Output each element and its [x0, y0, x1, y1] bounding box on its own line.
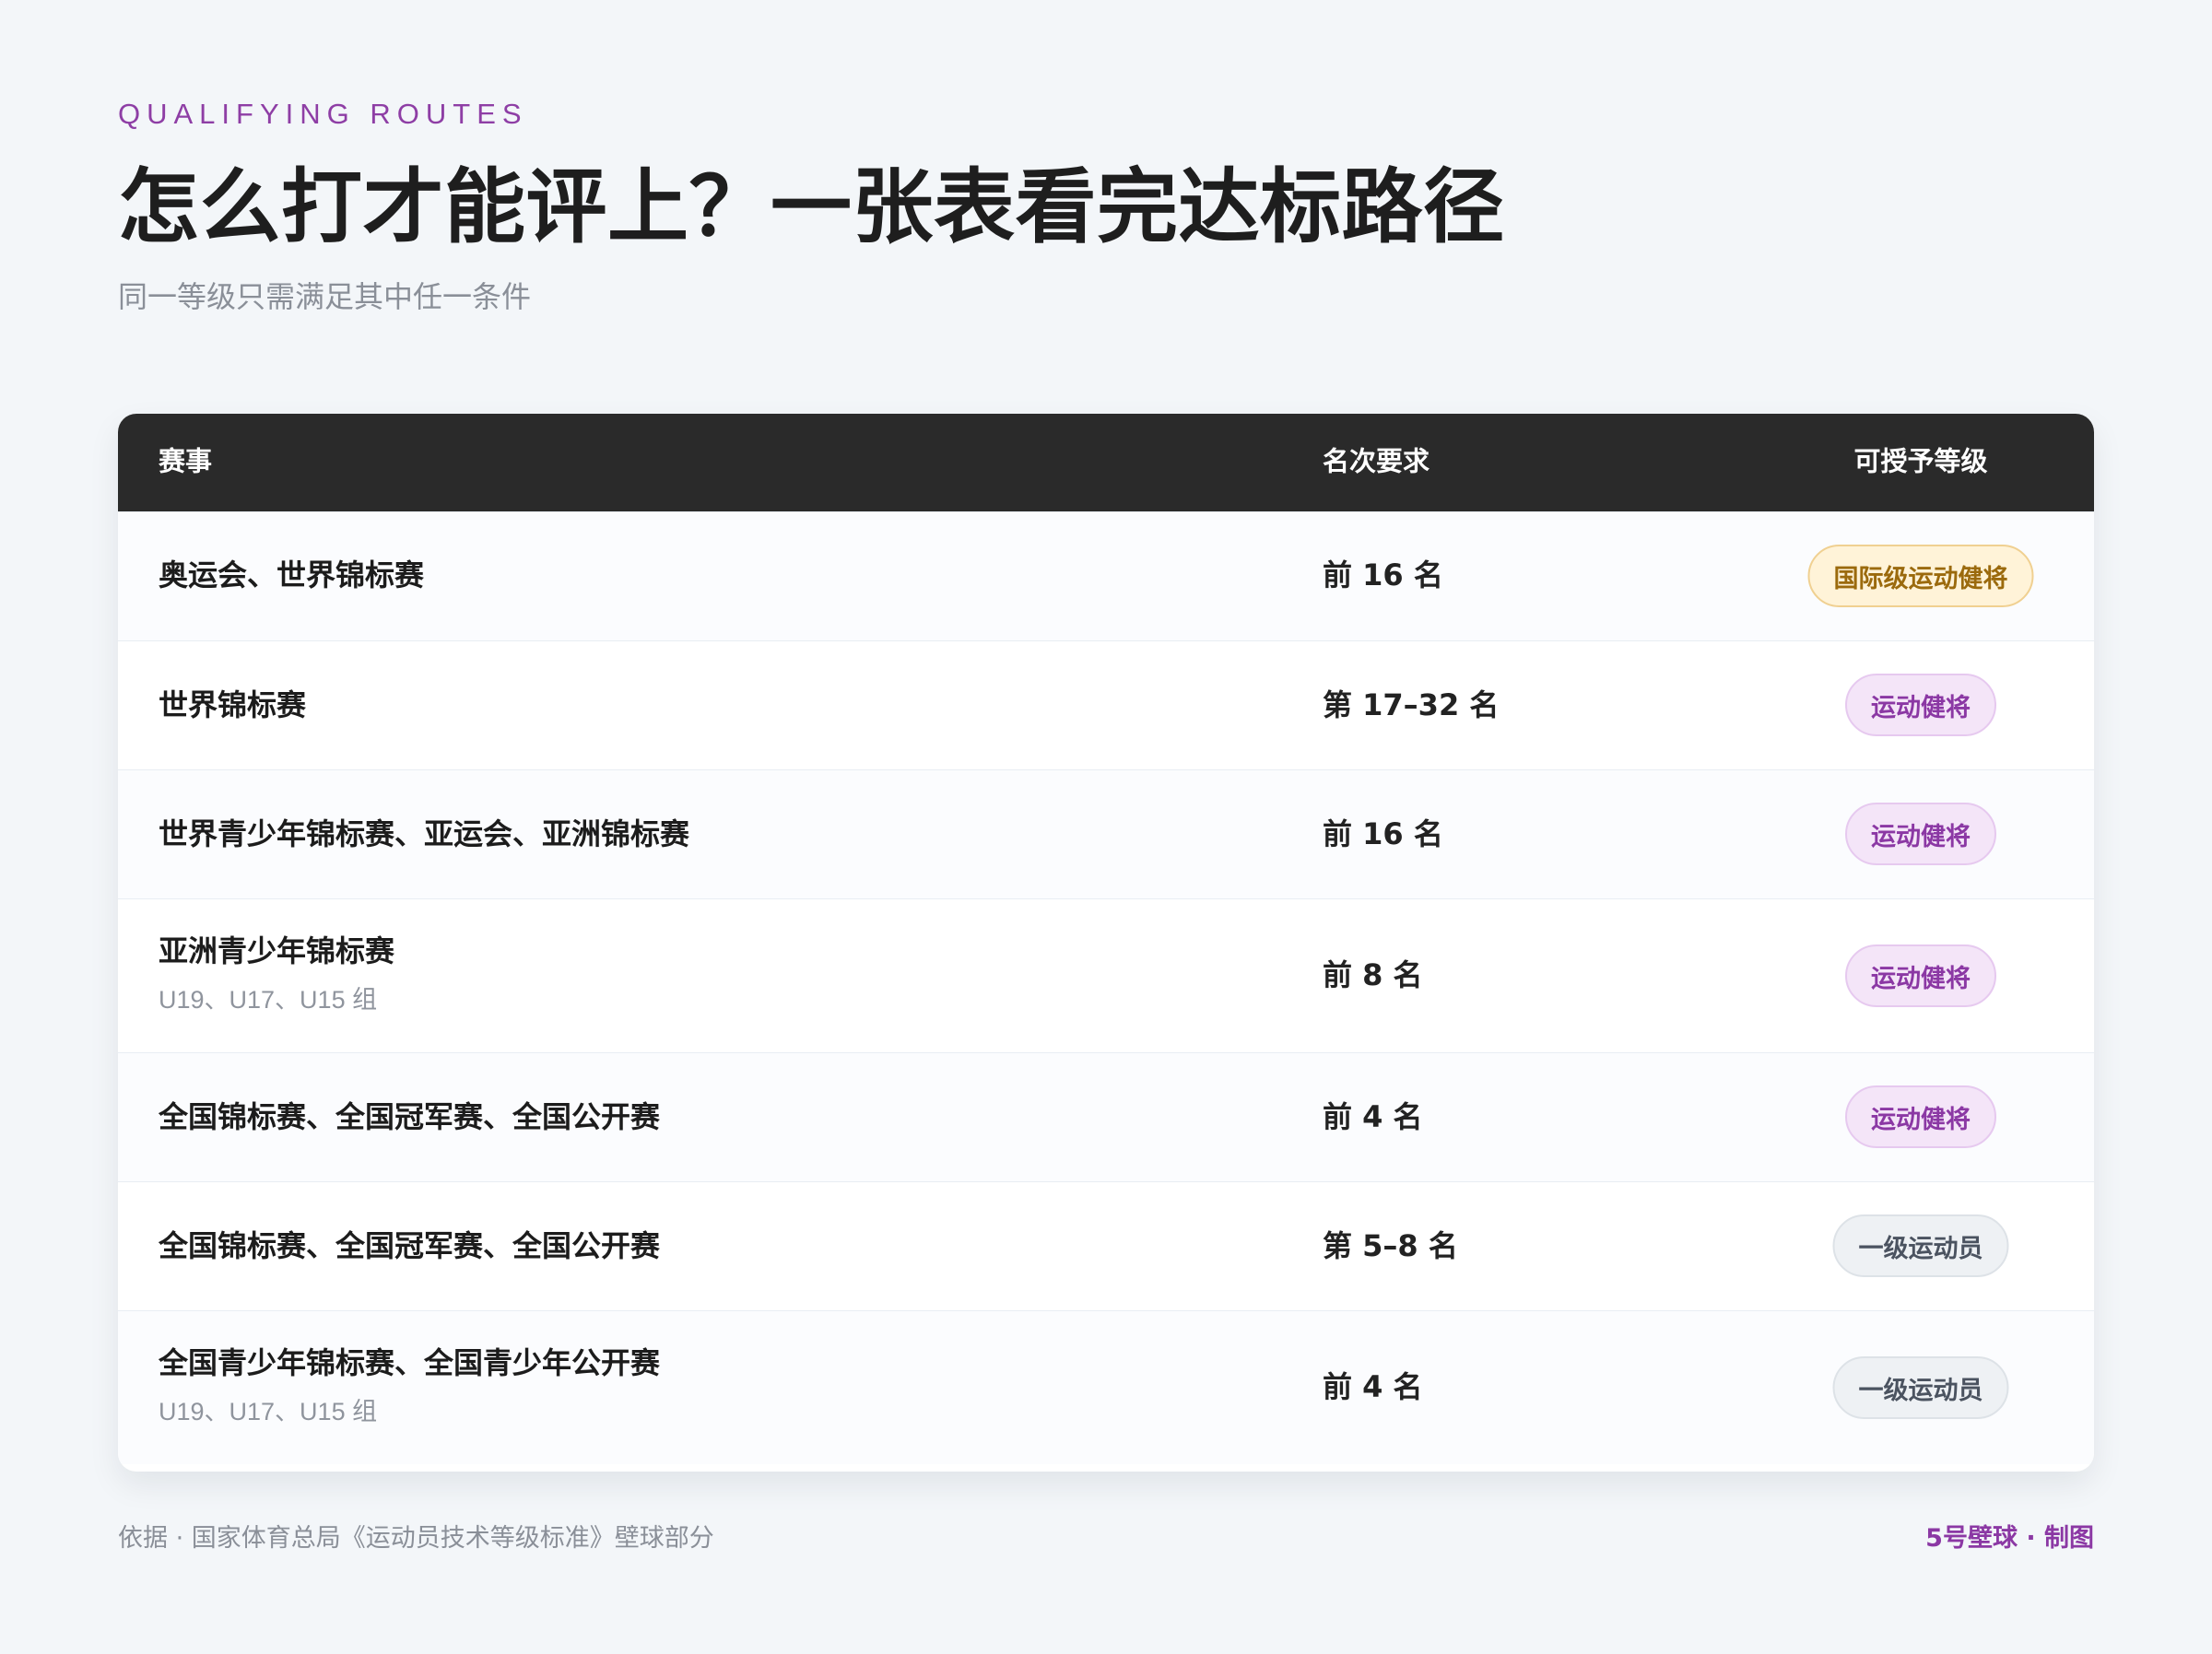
page-subtitle: 同一等级只需满足其中任一条件: [118, 279, 532, 315]
table-row: 全国锦标赛、全国冠军赛、全国公开赛 第 5–8 名 一级运动员: [118, 1181, 2094, 1310]
level-badge-purple: 运动健将: [1845, 674, 1996, 736]
level-badge-gray: 一级运动员: [1832, 1356, 2009, 1419]
table-row: 全国锦标赛、全国冠军赛、全国公开赛 前 4 名 运动健将: [118, 1052, 2094, 1181]
level-badge-gray: 一级运动员: [1832, 1214, 2009, 1277]
event-name: 全国青少年锦标赛、全国青少年公开赛: [159, 1345, 661, 1380]
event-name: 全国锦标赛、全国冠军赛、全国公开赛: [159, 1099, 661, 1134]
table-row: 世界锦标赛 第 17–32 名 运动健将: [118, 640, 2094, 769]
rank-requirement: 前 4 名: [1323, 1099, 1423, 1134]
rank-requirement: 前 4 名: [1323, 1369, 1423, 1404]
eyebrow-label: QUALIFYING ROUTES: [118, 98, 528, 130]
column-header-event: 赛事: [159, 445, 213, 477]
qualification-table: 赛事 名次要求 可授予等级 奥运会、世界锦标赛 前 16 名 国际级运动健将 世…: [118, 414, 2094, 1472]
credit-note: 5号壁球 · 制图: [1925, 1524, 2094, 1553]
rank-requirement: 前 16 名: [1323, 816, 1443, 851]
column-header-rank: 名次要求: [1323, 445, 1430, 477]
table-row: 全国青少年锦标赛、全国青少年公开赛 U19、U17、U15 组 前 4 名 一级…: [118, 1310, 2094, 1464]
level-badge-purple: 运动健将: [1845, 1085, 1996, 1148]
event-name: 世界青少年锦标赛、亚运会、亚洲锦标赛: [159, 816, 690, 851]
rank-requirement: 第 5–8 名: [1323, 1228, 1458, 1263]
event-age-groups: U19、U17、U15 组: [159, 986, 378, 1014]
rank-requirement: 第 17–32 名: [1323, 687, 1500, 722]
event-name: 亚洲青少年锦标赛: [159, 933, 395, 968]
level-badge-purple: 运动健将: [1845, 944, 1996, 1007]
level-badge-purple: 运动健将: [1845, 803, 1996, 865]
event-name: 世界锦标赛: [159, 687, 307, 722]
level-badge-gold: 国际级运动健将: [1807, 545, 2034, 607]
page-title: 怎么打才能评上？一张表看完达标路径: [118, 159, 1505, 254]
rank-requirement: 前 8 名: [1323, 957, 1423, 992]
table-row: 亚洲青少年锦标赛 U19、U17、U15 组 前 8 名 运动健将: [118, 898, 2094, 1052]
event-name: 奥运会、世界锦标赛: [159, 557, 425, 592]
source-note: 依据 · 国家体育总局《运动员技术等级标准》壁球部分: [118, 1524, 714, 1553]
table-row: 世界青少年锦标赛、亚运会、亚洲锦标赛 前 16 名 运动健将: [118, 769, 2094, 898]
event-age-groups: U19、U17、U15 组: [159, 1398, 378, 1425]
event-name: 全国锦标赛、全国冠军赛、全国公开赛: [159, 1228, 661, 1263]
column-header-level: 可授予等级: [1853, 445, 1988, 477]
table-row: 奥运会、世界锦标赛 前 16 名 国际级运动健将: [118, 511, 2094, 640]
rank-requirement: 前 16 名: [1323, 557, 1443, 592]
table-header: 赛事 名次要求 可授予等级: [118, 414, 2094, 511]
page-content: QUALIFYING ROUTES 怎么打才能评上？一张表看完达标路径 同一等级…: [118, 98, 2094, 1472]
